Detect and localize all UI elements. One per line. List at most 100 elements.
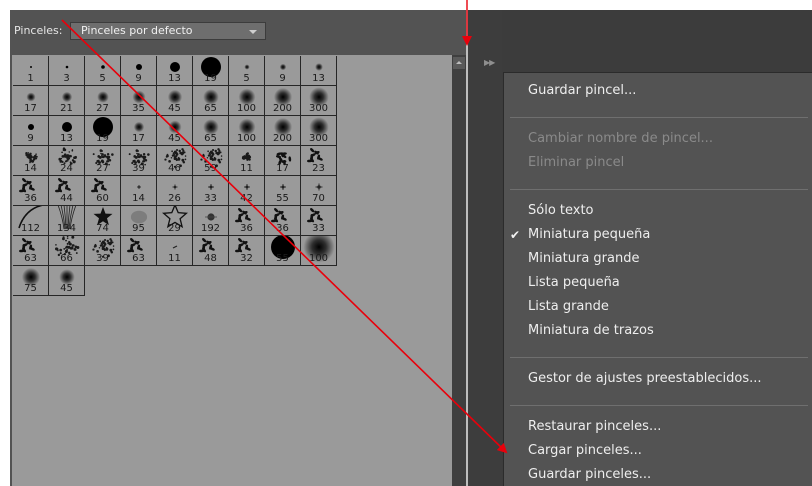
brush-size-label: 42	[240, 193, 253, 204]
menu-item-small-list[interactable]: Lista pequeña	[528, 275, 620, 290]
brush-thumbnail[interactable]: 200	[265, 116, 301, 146]
double-chevron-right-icon[interactable]: ▶▶	[484, 58, 495, 67]
brush-thumbnail[interactable]: 36	[13, 176, 49, 206]
brush-thumbnail[interactable]: 65	[193, 86, 229, 116]
brush-thumbnail[interactable]: 13	[301, 56, 337, 86]
menu-item-save-brush[interactable]: Guardar pincel...	[528, 83, 636, 98]
brush-thumbnail[interactable]: 13	[157, 56, 193, 86]
menu-separator	[510, 357, 808, 358]
menu-item-text-only[interactable]: Sólo texto	[528, 203, 594, 218]
menu-item-reset-brushes[interactable]: Restaurar pinceles...	[528, 419, 661, 434]
menu-item-small-thumbnail[interactable]: Miniatura pequeña	[528, 227, 650, 242]
brush-thumbnail[interactable]: 27	[85, 86, 121, 116]
brush-thumbnail[interactable]: 36	[265, 206, 301, 236]
brush-size-label: 9	[135, 73, 142, 84]
brush-thumbnail[interactable]: 13	[49, 116, 85, 146]
brush-thumbnail[interactable]: 24	[49, 146, 85, 176]
brush-size-label: 45	[168, 103, 181, 114]
brush-thumbnail[interactable]: 1	[13, 56, 49, 86]
brush-thumbnail[interactable]: 14	[121, 176, 157, 206]
brush-thumbnail[interactable]: 26	[157, 176, 193, 206]
brush-thumbnail[interactable]: 11	[157, 236, 193, 266]
brush-thumbnail[interactable]: 59	[193, 146, 229, 176]
brush-thumbnail[interactable]: 17	[121, 116, 157, 146]
menu-item-large-thumbnail[interactable]: Miniatura grande	[528, 251, 639, 266]
menu-item-save-brushes[interactable]: Guardar pinceles...	[528, 467, 651, 482]
brush-thumbnail[interactable]: 45	[157, 86, 193, 116]
brush-size-label: 13	[168, 73, 181, 84]
brush-thumbnail[interactable]: 45	[157, 116, 193, 146]
brush-thumbnail[interactable]: 75	[13, 266, 49, 296]
brush-thumbnail[interactable]: 21	[49, 86, 85, 116]
brush-thumbnail[interactable]: 63	[121, 236, 157, 266]
menu-item-stroke-thumbnail[interactable]: Miniatura de trazos	[528, 323, 654, 338]
brush-thumbnail[interactable]: 5	[229, 56, 265, 86]
brush-thumbnail[interactable]: 48	[193, 236, 229, 266]
brush-thumbnail[interactable]: 5	[85, 56, 121, 86]
brush-thumbnail[interactable]: 65	[193, 116, 229, 146]
chevron-down-icon	[249, 30, 257, 34]
brush-thumbnail[interactable]: 36	[229, 206, 265, 236]
brush-thumbnail[interactable]: 134	[49, 206, 85, 236]
menu-item-preset-manager[interactable]: Gestor de ajustes preestablecidos...	[528, 371, 762, 386]
brush-thumbnail[interactable]: 11	[229, 146, 265, 176]
brush-size-label: 17	[24, 103, 37, 114]
brush-thumbnail[interactable]: 100	[229, 86, 265, 116]
brush-thumbnail[interactable]: 100	[301, 236, 337, 266]
brush-size-label: 3	[63, 73, 70, 84]
brush-preset-dropdown[interactable]: Pinceles por defecto	[70, 22, 266, 40]
brush-size-label: 39	[132, 163, 145, 174]
brush-size-label: 134	[56, 223, 77, 234]
brush-thumbnail[interactable]: 32	[229, 236, 265, 266]
brush-size-label: 70	[312, 193, 325, 204]
brush-thumbnail[interactable]: 29	[157, 206, 193, 236]
brush-thumbnail[interactable]: 27	[85, 146, 121, 176]
brush-thumbnail[interactable]: 74	[85, 206, 121, 236]
brush-thumbnail[interactable]: 14	[13, 146, 49, 176]
brush-thumbnail[interactable]: 19	[193, 56, 229, 86]
brush-thumbnail[interactable]: 66	[49, 236, 85, 266]
brush-size-label: 36	[276, 223, 289, 234]
brush-thumbnail[interactable]: 300	[301, 86, 337, 116]
brush-thumbnail[interactable]: 23	[301, 146, 337, 176]
brush-thumbnail[interactable]: 39	[121, 146, 157, 176]
brush-thumbnail[interactable]: 9	[265, 56, 301, 86]
brush-thumbnail[interactable]: 55	[265, 176, 301, 206]
brush-thumbnail[interactable]: 33	[193, 176, 229, 206]
brush-thumbnail[interactable]: 35	[121, 86, 157, 116]
brush-thumbnail[interactable]: 9	[13, 116, 49, 146]
brush-thumbnail[interactable]: 300	[301, 116, 337, 146]
brush-size-label: 75	[24, 283, 37, 294]
brush-size-label: 32	[240, 253, 253, 264]
brush-thumbnail[interactable]: 55	[265, 236, 301, 266]
brush-thumbnail[interactable]: 33	[301, 206, 337, 236]
brush-thumbnail[interactable]: 9	[121, 56, 157, 86]
menu-separator	[510, 117, 808, 118]
menu-item-large-list[interactable]: Lista grande	[528, 299, 609, 314]
brush-thumbnail[interactable]: 192	[193, 206, 229, 236]
brush-size-label: 112	[20, 223, 41, 234]
brush-size-label: 100	[236, 103, 257, 114]
brush-thumbnail[interactable]: 19	[85, 116, 121, 146]
scroll-up-icon[interactable]	[453, 57, 465, 69]
brush-thumbnail[interactable]: 95	[121, 206, 157, 236]
brush-thumbnail[interactable]: 42	[229, 176, 265, 206]
brush-thumbnail[interactable]: 17	[13, 86, 49, 116]
menu-item-load-brushes[interactable]: Cargar pinceles...	[528, 443, 642, 458]
brush-thumbnail[interactable]: 112	[13, 206, 49, 236]
scrollbar[interactable]	[452, 55, 466, 486]
brush-thumbnail[interactable]: 100	[229, 116, 265, 146]
brush-size-label: 24	[60, 163, 73, 174]
brush-thumbnail[interactable]: 60	[85, 176, 121, 206]
brush-thumbnail[interactable]: 45	[49, 266, 85, 296]
brush-thumbnail[interactable]: 3	[49, 56, 85, 86]
brush-options-menu: Guardar pincel... Cambiar nombre de pince…	[503, 72, 812, 486]
brush-thumbnail[interactable]: 70	[301, 176, 337, 206]
brush-thumbnail[interactable]: 44	[49, 176, 85, 206]
brush-thumbnail[interactable]: 17	[265, 146, 301, 176]
brush-thumbnail[interactable]: 200	[265, 86, 301, 116]
brush-thumbnail[interactable]: 39	[85, 236, 121, 266]
brush-size-label: 14	[24, 163, 37, 174]
brush-thumbnail[interactable]: 63	[13, 236, 49, 266]
brush-thumbnail[interactable]: 46	[157, 146, 193, 176]
